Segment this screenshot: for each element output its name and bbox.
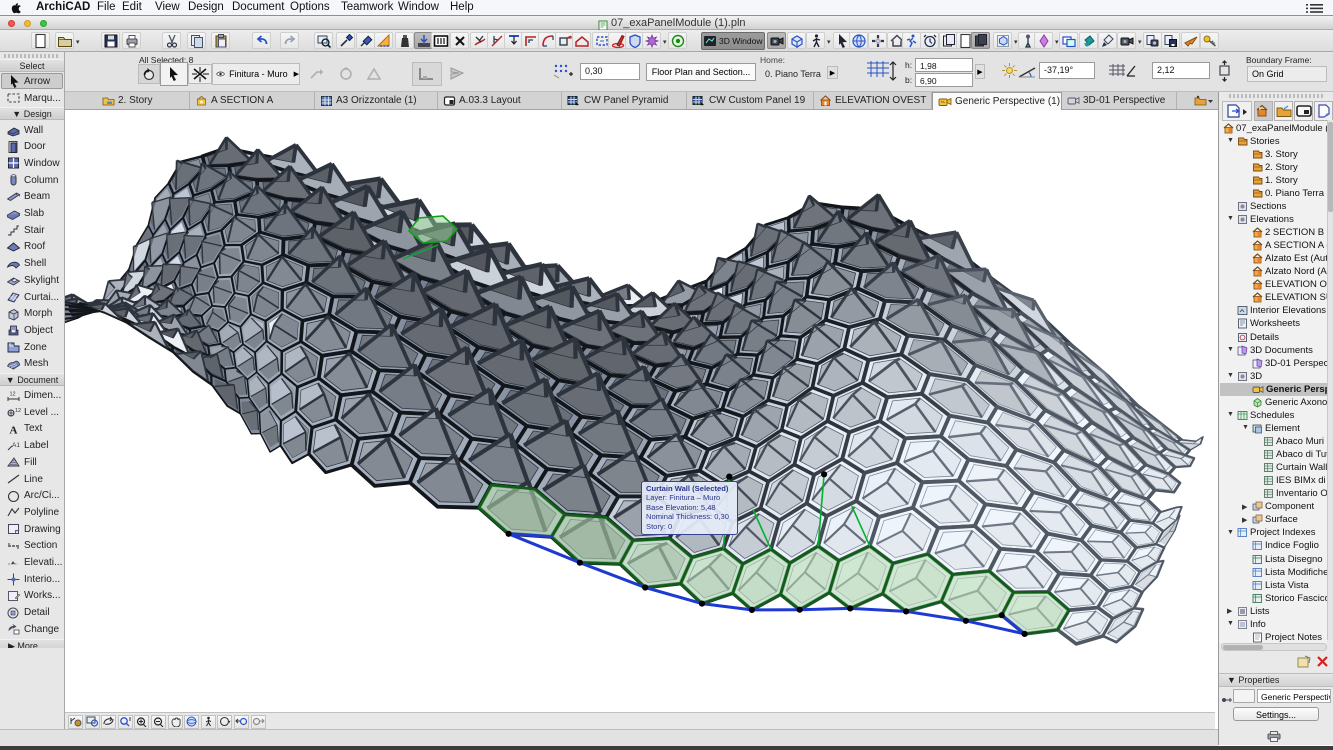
svg-text:12: 12 [10, 391, 16, 397]
svg-text:A: A [10, 424, 18, 436]
svg-text:12: 12 [15, 408, 21, 414]
svg-text:A1: A1 [12, 442, 20, 449]
